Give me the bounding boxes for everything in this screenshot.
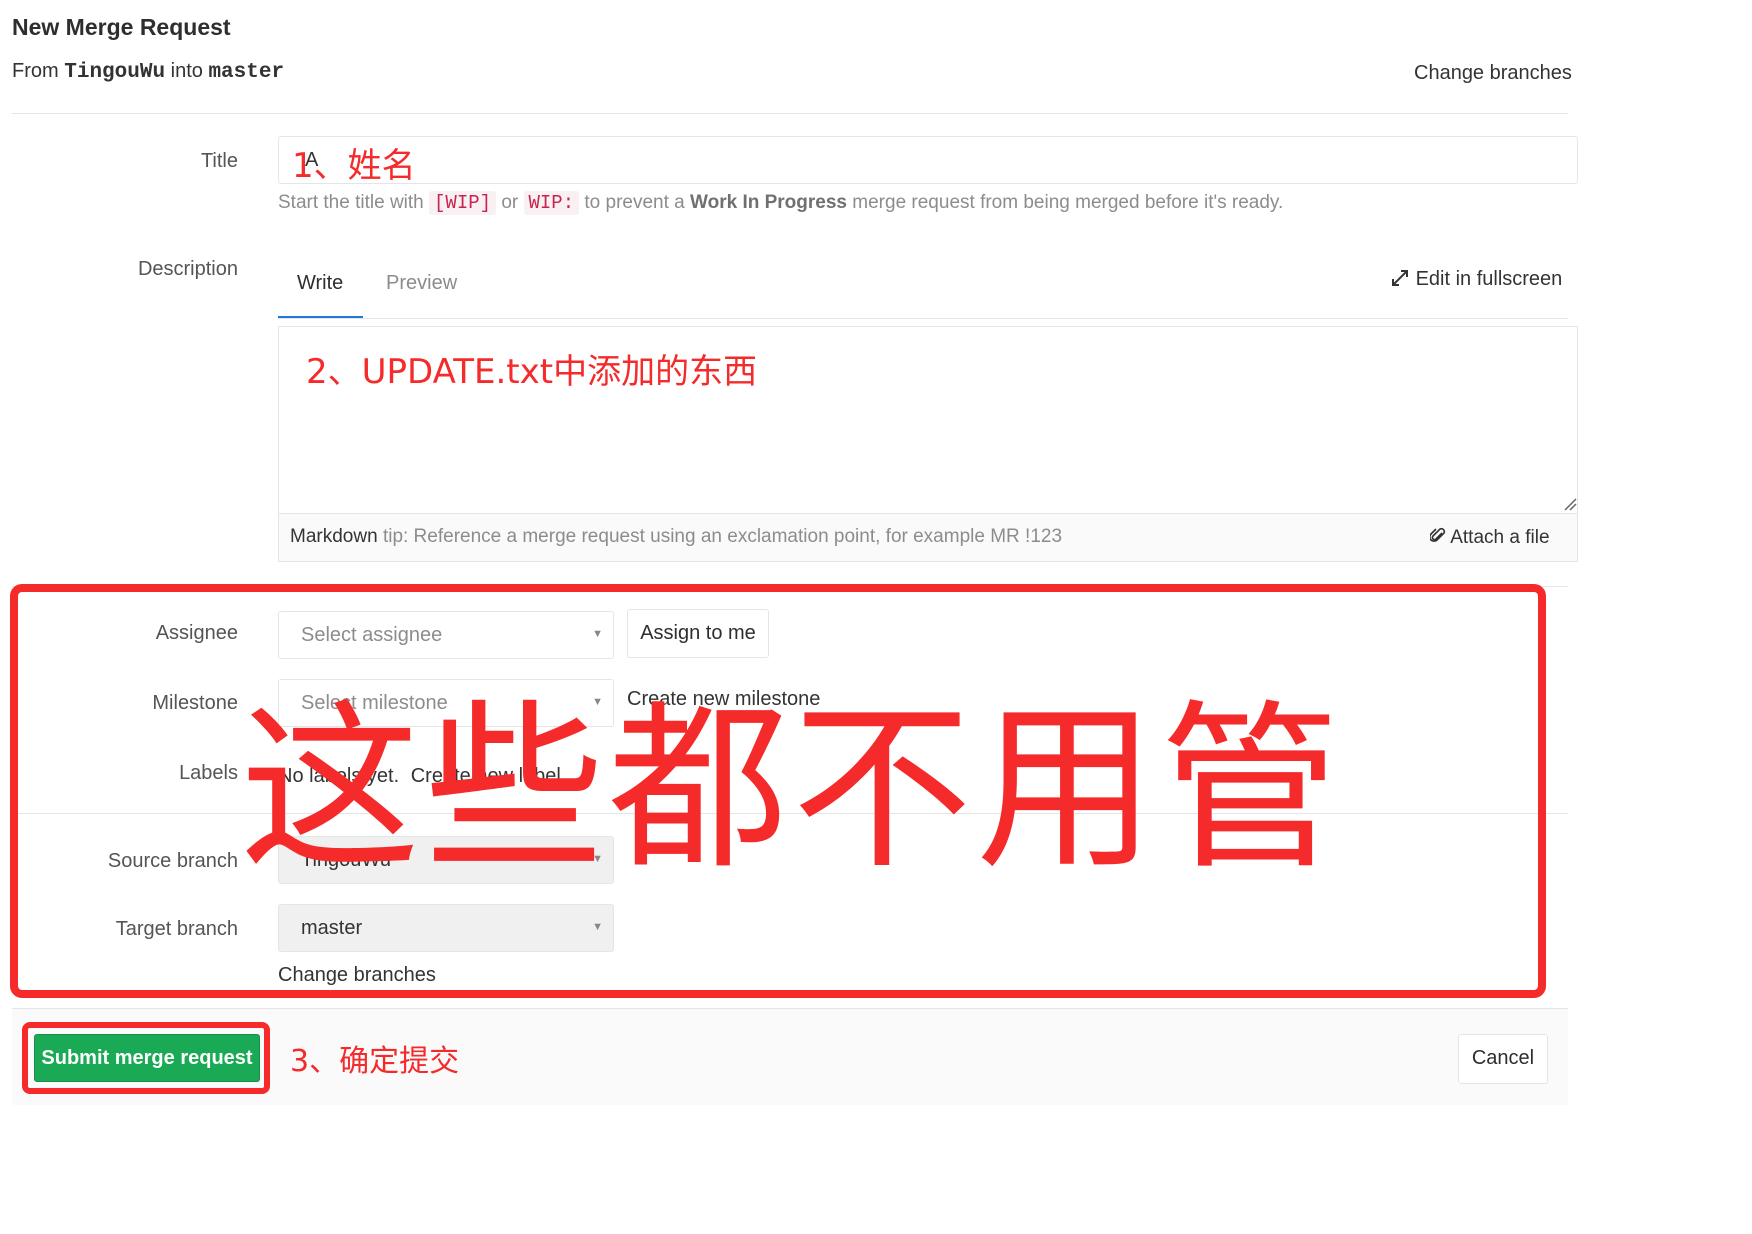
header-divider: [12, 113, 1568, 114]
annotation-ignore-these: 这些都不用管: [240, 685, 1345, 894]
page-title: New Merge Request: [12, 14, 231, 40]
description-label: Description: [137, 258, 238, 280]
attach-file-button[interactable]: Attach a file: [1428, 526, 1550, 549]
wip-hint-suffix: merge request from being merged before i…: [852, 192, 1284, 213]
paperclip-icon: [1428, 527, 1446, 543]
annotation-confirm-submit: 3、确定提交: [290, 1044, 460, 1079]
annotation-update-content: 2、UPDATE.txt中添加的东西: [306, 352, 758, 392]
wip-hint-bold: Work In Progress: [690, 192, 847, 213]
annotation-submit-box: [22, 1022, 270, 1094]
wip-code-colon: WIP:: [523, 191, 580, 215]
wip-hint-mid: to prevent a: [584, 192, 685, 213]
title-input[interactable]: A: [278, 136, 1578, 184]
tab-write[interactable]: Write: [297, 272, 343, 295]
into-word: into: [170, 60, 203, 82]
expand-icon: [1392, 270, 1408, 286]
edit-fullscreen-label: Edit in fullscreen: [1415, 268, 1563, 290]
branch-summary: From TingouWu into master: [12, 60, 284, 84]
target-branch-name: master: [208, 61, 285, 84]
wip-hint: Start the title with [WIP] or WIP: to pr…: [278, 191, 1284, 215]
change-branches-link-top[interactable]: Change branches: [1414, 62, 1572, 85]
wip-code-bracket: [WIP]: [429, 191, 497, 215]
attach-file-label: Attach a file: [1450, 527, 1550, 548]
source-branch-name: TingouWu: [64, 61, 166, 84]
wip-hint-prefix: Start the title with: [278, 192, 424, 213]
tabs-divider: [278, 318, 1568, 319]
markdown-tip-text: tip: Reference a merge request using an …: [382, 526, 1063, 547]
markdown-tip: Markdown tip: Reference a merge request …: [290, 526, 1062, 548]
resize-grip-icon[interactable]: [1563, 497, 1577, 511]
wip-hint-or: or: [501, 192, 519, 213]
from-word: From: [12, 60, 59, 82]
edit-fullscreen-button[interactable]: Edit in fullscreen: [1390, 268, 1562, 291]
cancel-button[interactable]: Cancel: [1458, 1034, 1548, 1084]
annotation-name: 1、姓名: [292, 146, 416, 186]
title-label: Title: [200, 150, 238, 172]
markdown-link[interactable]: Markdown: [290, 526, 378, 547]
tab-preview[interactable]: Preview: [386, 272, 457, 295]
